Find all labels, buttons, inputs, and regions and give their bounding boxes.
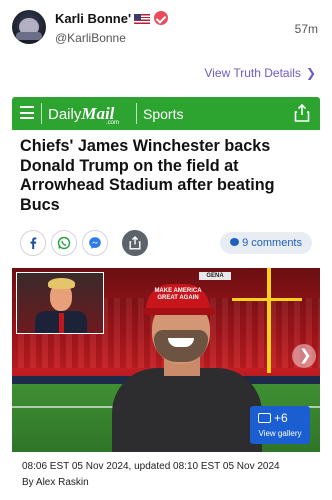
article-byline: By Alex Raskin (22, 477, 89, 488)
verified-icon (154, 11, 169, 25)
share-icon[interactable] (122, 230, 148, 256)
section-label[interactable]: Sports (143, 106, 183, 122)
article-headline[interactable]: Chiefs' James Winchester backs Donald Tr… (20, 137, 312, 215)
avatar[interactable] (12, 10, 46, 44)
divider (41, 103, 42, 124)
divider (136, 103, 137, 124)
stadium-sign: GENA (199, 272, 231, 280)
comments-count: 9 comments (242, 237, 302, 249)
cap-brim (143, 308, 215, 315)
article-timestamp: 08:06 EST 05 Nov 2024, updated 08:10 EST… (22, 461, 280, 472)
post-time: 57m (294, 22, 318, 36)
gallery-icon (258, 413, 271, 423)
daily-mail-header: DailyMail .com Sports (12, 97, 320, 130)
comments-button[interactable]: 9 comments (220, 232, 312, 254)
display-name[interactable]: Karli Bonne' (55, 11, 131, 26)
chevron-right-icon: ❯ (305, 66, 316, 80)
chevron-right-icon: ❯ (299, 347, 312, 364)
view-gallery-label: View gallery (258, 429, 302, 438)
display-name-row[interactable]: Karli Bonne' (55, 11, 169, 26)
goalpost (267, 268, 271, 373)
messenger-icon[interactable] (82, 230, 108, 256)
article-image[interactable]: GENA MAKE AMERICA GREAT AGAIN ❯ +6 View … (12, 268, 320, 452)
article-card[interactable]: DailyMail .com Sports Chiefs' James Winc… (12, 97, 320, 452)
gallery-count: +6 (274, 411, 288, 425)
view-gallery-button[interactable]: +6 View gallery (250, 406, 310, 444)
daily-mail-logo[interactable]: DailyMail .com (48, 104, 119, 126)
whatsapp-icon[interactable] (51, 230, 77, 256)
share-row: 9 comments (20, 230, 312, 256)
user-handle[interactable]: @KarliBonne (55, 31, 126, 45)
next-image-button[interactable]: ❯ (292, 344, 316, 368)
comment-icon (230, 238, 240, 246)
menu-icon[interactable] (20, 106, 34, 119)
us-flag-icon (134, 14, 151, 24)
inset-photo (16, 272, 104, 334)
cap-text: MAKE AMERICA GREAT AGAIN (154, 288, 202, 301)
facebook-icon[interactable] (20, 230, 46, 256)
logo-com: .com (106, 120, 120, 126)
logo-daily: Daily (48, 106, 82, 123)
view-truth-details-link[interactable]: View Truth Details ❯ (204, 66, 316, 80)
person-shirt (112, 368, 262, 452)
post-header: Karli Bonne' @KarliBonne 57m (0, 0, 332, 60)
view-truth-details-label: View Truth Details (204, 66, 301, 80)
share-icon[interactable] (294, 103, 310, 122)
